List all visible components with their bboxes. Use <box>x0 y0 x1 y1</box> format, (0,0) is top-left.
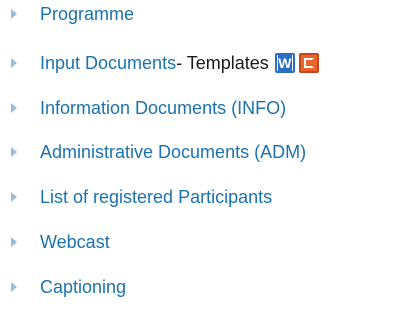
input-documents-link[interactable]: Input Documents <box>40 52 176 74</box>
templates-label: - Templates <box>176 53 269 73</box>
document-links-list: Programme Input Documents - Templates In… <box>0 0 396 309</box>
webcast-link[interactable]: Webcast <box>40 231 110 253</box>
information-documents-link[interactable]: Information Documents (INFO) <box>40 97 286 119</box>
triangle-bullet-icon <box>11 192 17 202</box>
word-document-icon[interactable] <box>274 53 295 73</box>
captioning-link[interactable]: Captioning <box>40 276 126 298</box>
administrative-documents-link[interactable]: Administrative Documents (ADM) <box>40 141 306 163</box>
triangle-bullet-icon <box>11 58 17 68</box>
programme-link[interactable]: Programme <box>40 3 134 25</box>
registered-participants-link[interactable]: List of registered Participants <box>40 186 272 208</box>
input-documents-row: Input Documents - Templates <box>40 52 319 74</box>
triangle-bullet-icon <box>11 147 17 157</box>
triangle-bullet-icon <box>11 103 17 113</box>
triangle-bullet-icon <box>11 237 17 247</box>
powerpoint-document-icon[interactable] <box>298 53 319 73</box>
triangle-bullet-icon <box>11 282 17 292</box>
triangle-bullet-icon <box>11 9 17 19</box>
